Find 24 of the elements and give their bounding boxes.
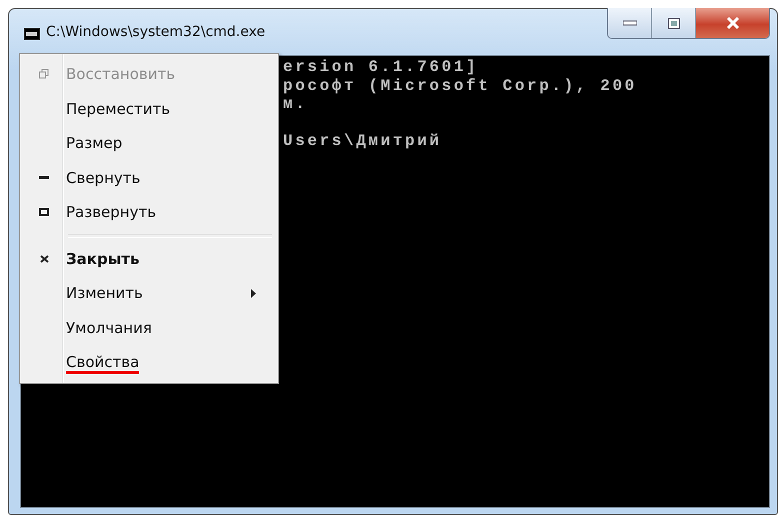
console-text: Users\Дмитрий [283,132,442,150]
menu-item[interactable]: Закрыть [66,248,140,270]
menu-item[interactable]: Развернуть [66,201,156,224]
menu-item[interactable]: Свернуть [66,166,140,189]
menu-item[interactable]: Изменить [66,282,143,304]
maximize-icon [668,18,680,28]
minimize-icon [39,176,49,180]
maximize-icon [39,208,49,216]
menu-item[interactable]: Переместить [66,98,170,120]
close-icon [40,254,48,263]
maximize-button[interactable] [652,8,696,38]
menu-item[interactable]: Свойства [66,350,140,374]
minimize-icon [622,20,636,26]
minimize-button[interactable] [608,8,652,38]
console-text: рософт (Microsoft Corp.), 200 [283,76,637,94]
menu-item[interactable]: Размер [66,132,122,154]
close-button[interactable] [696,8,769,38]
console-icon [24,28,40,40]
menu-item[interactable]: Умолчания [66,316,152,339]
close-icon [726,17,740,29]
window-title: C:\Windows\system32\cmd.exe [46,24,266,40]
restore-icon [39,69,49,80]
console-text: м. [283,95,308,113]
console-text: ersion 6.1.7601] [283,58,478,76]
